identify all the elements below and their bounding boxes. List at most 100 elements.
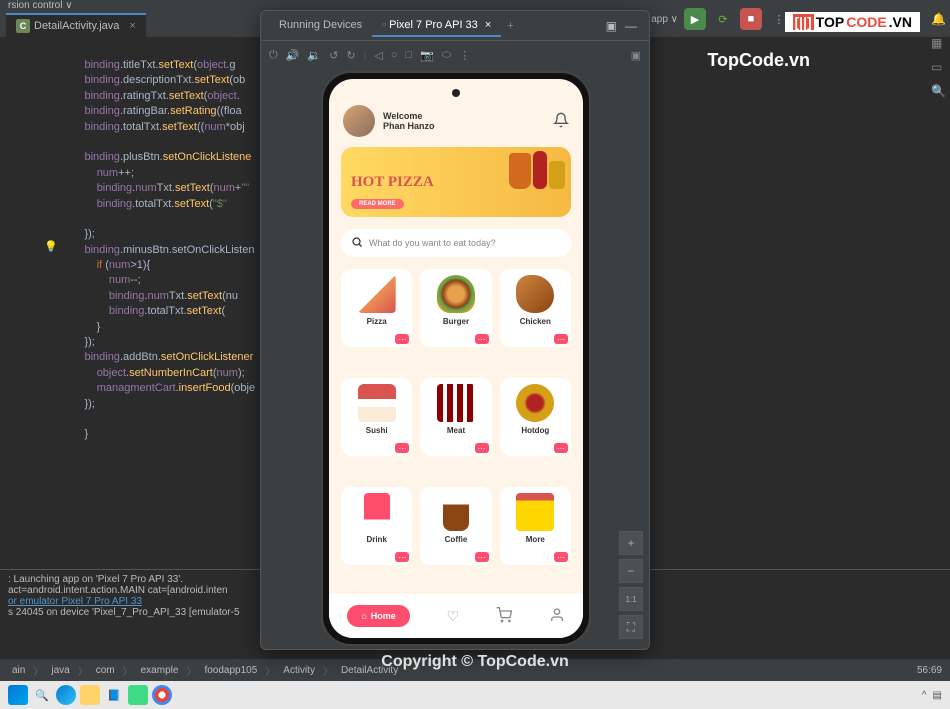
overview-icon[interactable]: □ — [406, 49, 413, 61]
tray-chevron-icon[interactable]: ^ — [922, 690, 927, 701]
breadcrumb-item[interactable]: Activity — [279, 665, 319, 676]
category-card-chicken[interactable]: Chicken ⋯ — [500, 269, 571, 347]
notifications-icon[interactable]: 🔔 — [931, 12, 946, 26]
category-more-icon[interactable]: ⋯ — [475, 552, 489, 562]
promo-banner[interactable]: HOT PIZZA READ MORE — [341, 147, 571, 217]
tab-running-devices[interactable]: Running Devices — [269, 15, 372, 37]
category-more-icon[interactable]: ⋯ — [395, 334, 409, 344]
search-icon — [351, 236, 363, 251]
category-image — [516, 493, 554, 531]
tray-icon[interactable]: ▤ — [933, 690, 942, 701]
category-label: Coffie — [445, 535, 468, 544]
category-card-meat[interactable]: Meat ⋯ — [420, 378, 491, 456]
nav-home-button[interactable]: ⌂ Home — [347, 605, 409, 627]
phone-frame: Welcome Phan Hanzo HOT PIZZA READ MORE — [321, 71, 591, 646]
category-image — [443, 493, 469, 531]
run-button[interactable]: ▶ — [684, 8, 706, 30]
category-more-icon[interactable]: ⋯ — [475, 334, 489, 344]
category-more-icon[interactable]: ⋯ — [475, 443, 489, 453]
edge-icon[interactable] — [56, 685, 76, 705]
windows-taskbar: 🔍 📘 ^ ▤ — [0, 681, 950, 709]
chrome-icon[interactable] — [152, 685, 172, 705]
zoom-in-button[interactable]: + — [619, 531, 643, 555]
record-icon[interactable]: ⬭ — [442, 49, 451, 62]
phone-camera-notch — [452, 89, 460, 97]
zoom-fit-button[interactable]: ⛶ — [619, 615, 643, 639]
category-label: More — [526, 535, 545, 544]
close-device-tab[interactable]: × — [485, 19, 491, 31]
breadcrumb-item[interactable]: example — [137, 665, 183, 676]
close-tab-icon[interactable]: × — [129, 20, 135, 32]
lightbulb-icon[interactable]: 💡 — [44, 240, 58, 255]
breadcrumb-item[interactable]: foodapp105 — [200, 665, 261, 676]
category-card-more[interactable]: More ⋯ — [500, 487, 571, 565]
avatar[interactable] — [343, 105, 375, 137]
category-label: Burger — [443, 317, 469, 326]
category-more-icon[interactable]: ⋯ — [554, 552, 568, 562]
bottom-nav: ⌂ Home ♡ — [329, 594, 583, 638]
breadcrumb-item[interactable]: java — [47, 665, 73, 676]
gradle-icon[interactable]: ▦ — [931, 36, 946, 50]
nav-favorites-icon[interactable]: ♡ — [447, 608, 460, 625]
watermark-logo: [||] TOPCODE.VN — [785, 12, 921, 32]
phone-screen[interactable]: Welcome Phan Hanzo HOT PIZZA READ MORE — [329, 79, 583, 638]
category-card-pizza[interactable]: Pizza ⋯ — [341, 269, 412, 347]
category-card-drink[interactable]: Drink ⋯ — [341, 487, 412, 565]
category-label: Sushi — [366, 426, 388, 435]
version-control-dropdown[interactable]: rsion control ∨ — [8, 0, 73, 11]
app-dropdown[interactable]: app ∨ — [651, 8, 678, 30]
category-card-sushi[interactable]: Sushi ⋯ — [341, 378, 412, 456]
add-device-tab[interactable]: + — [507, 20, 513, 32]
category-more-icon[interactable]: ⋯ — [395, 443, 409, 453]
category-card-hotdog[interactable]: Hotdog ⋯ — [500, 378, 571, 456]
cursor-position: 56:69 — [917, 665, 942, 676]
devices-toolbar: ⏻ 🔊 🔉 ↺ ↻ | ◁ ○ □ 📷 ⬭ ⋮ ▣ — [261, 41, 649, 69]
volume-down-icon[interactable]: 🔉 — [307, 49, 321, 62]
search-input[interactable]: What do you want to eat today? — [341, 229, 571, 257]
category-more-icon[interactable]: ⋯ — [554, 443, 568, 453]
debug-button[interactable]: ⟳ — [712, 8, 734, 30]
rotate-left-icon[interactable]: ↺ — [329, 49, 338, 62]
home-icon: ⌂ — [361, 611, 366, 621]
breadcrumb-item[interactable]: ain — [8, 665, 29, 676]
file-tab-detail-activity[interactable]: C DetailActivity.java × — [6, 13, 146, 37]
search-icon[interactable]: 🔍 — [931, 84, 946, 98]
category-more-icon[interactable]: ⋯ — [554, 334, 568, 344]
category-label: Chicken — [520, 317, 551, 326]
nav-profile-icon[interactable] — [549, 607, 565, 626]
rotate-right-icon[interactable]: ↻ — [346, 49, 355, 62]
welcome-label: Welcome — [383, 111, 435, 121]
banner-readmore-button[interactable]: READ MORE — [351, 199, 404, 209]
zoom-controls: + − 1:1 ⛶ — [619, 531, 643, 639]
category-card-coffie[interactable]: Coffie ⋯ — [420, 487, 491, 565]
panel-undock-icon[interactable]: ▣ — [602, 19, 621, 33]
category-card-burger[interactable]: Burger ⋯ — [420, 269, 491, 347]
app-header: Welcome Phan Hanzo — [329, 101, 583, 141]
stop-button[interactable]: ■ — [740, 8, 762, 30]
back-icon[interactable]: ◁ — [374, 49, 382, 62]
panel-minimize-icon[interactable]: — — [621, 19, 641, 33]
home-icon[interactable]: ○ — [391, 49, 398, 61]
extended-controls-icon[interactable]: ⋮ — [459, 49, 470, 62]
power-icon[interactable]: ⏻ — [269, 49, 278, 62]
android-studio-icon[interactable] — [128, 685, 148, 705]
nav-cart-icon[interactable] — [496, 607, 512, 626]
category-image — [437, 384, 475, 422]
device-icon[interactable]: ▭ — [931, 60, 946, 74]
category-grid: Pizza ⋯ Burger ⋯ Chicken ⋯ Sushi ⋯ Meat … — [329, 263, 583, 594]
zoom-out-button[interactable]: − — [619, 559, 643, 583]
bell-icon[interactable] — [553, 112, 569, 131]
file-explorer-icon[interactable] — [80, 685, 100, 705]
volume-up-icon[interactable]: 🔊 — [286, 49, 300, 62]
tab-pixel7[interactable]: ▫ Pixel 7 Pro API 33 × — [372, 15, 501, 37]
screenshot-icon[interactable]: 📷 — [420, 49, 434, 62]
banner-title: HOT PIZZA — [351, 174, 434, 191]
category-image — [437, 275, 475, 313]
windows-start-icon[interactable] — [8, 685, 28, 705]
breadcrumb-item[interactable]: com — [92, 665, 119, 676]
panel-settings-icon[interactable]: ▣ — [631, 49, 641, 62]
zoom-scale-label[interactable]: 1:1 — [619, 587, 643, 611]
taskbar-app-icon[interactable]: 📘 — [104, 685, 124, 705]
search-taskbar-icon[interactable]: 🔍 — [32, 685, 52, 705]
category-more-icon[interactable]: ⋯ — [395, 552, 409, 562]
